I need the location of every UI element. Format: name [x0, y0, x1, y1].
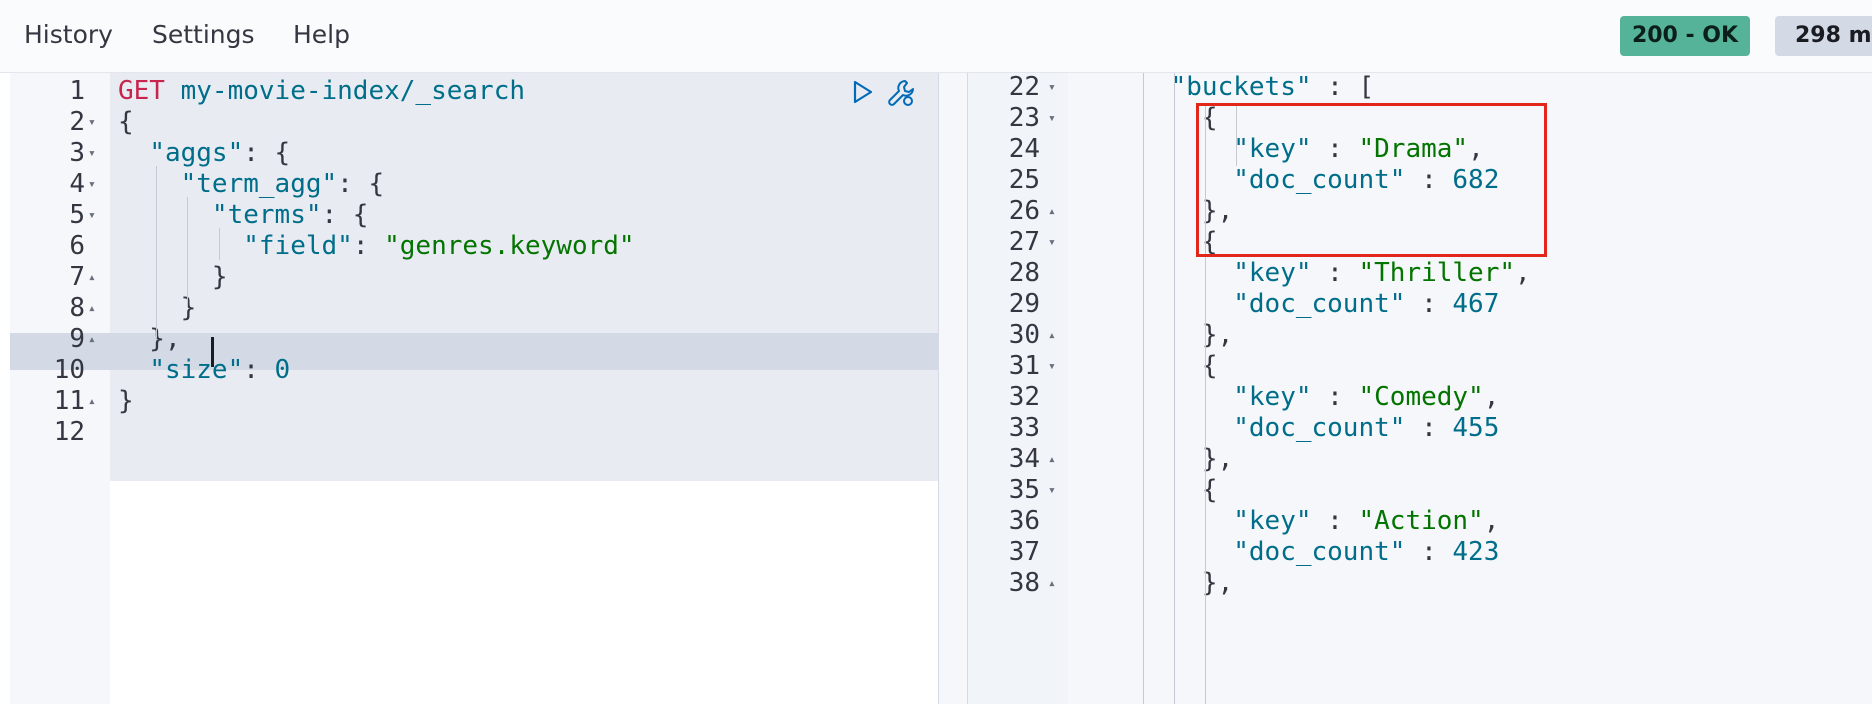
console-topbar: History Settings Help 200 - OK 298 ms: [0, 0, 1872, 73]
fold-toggle-icon[interactable]: ▾: [1048, 348, 1056, 385]
fold-toggle-icon[interactable]: ▾: [1048, 472, 1056, 509]
line-number: 12: [53, 417, 85, 447]
play-icon[interactable]: [848, 78, 876, 106]
request-editor[interactable]: 1 GET my-movie-index/_search 2 ▾{3 ▾ "aggs":…: [10, 73, 938, 704]
code-text: GET my-movie-index/_search: [118, 76, 525, 106]
indent-guide: [219, 228, 220, 260]
fold-toggle-icon[interactable]: ▾: [88, 197, 96, 234]
fold-toggle-icon[interactable]: ▾: [1048, 100, 1056, 137]
indent-guide: [187, 197, 188, 307]
code-text: "size": 0: [149, 355, 291, 385]
settings-tab[interactable]: Settings: [152, 20, 255, 49]
unfold-toggle-icon[interactable]: ▴: [88, 383, 96, 420]
annotation-highlight-box: [1196, 103, 1547, 257]
history-tab[interactable]: History: [24, 20, 113, 49]
indent-guide: [1174, 73, 1175, 704]
fold-toggle-icon[interactable]: ▾: [1048, 224, 1056, 261]
status-code-badge: 200 - OK: [1620, 16, 1750, 56]
text-cursor: [211, 337, 214, 367]
pane-resizer[interactable]: [938, 73, 968, 704]
unfold-toggle-icon[interactable]: ▴: [1048, 565, 1056, 602]
unfold-toggle-icon[interactable]: ▴: [88, 321, 96, 358]
wrench-icon[interactable]: [885, 77, 917, 109]
code-text: },: [1108, 568, 1234, 598]
code-text: }: [118, 386, 134, 416]
response-time-badge: 298 ms: [1775, 16, 1872, 56]
line-number: 38: [1008, 568, 1040, 598]
indent-guide: [156, 166, 157, 338]
help-tab[interactable]: Help: [293, 20, 350, 49]
indent-guide: [1143, 73, 1144, 704]
